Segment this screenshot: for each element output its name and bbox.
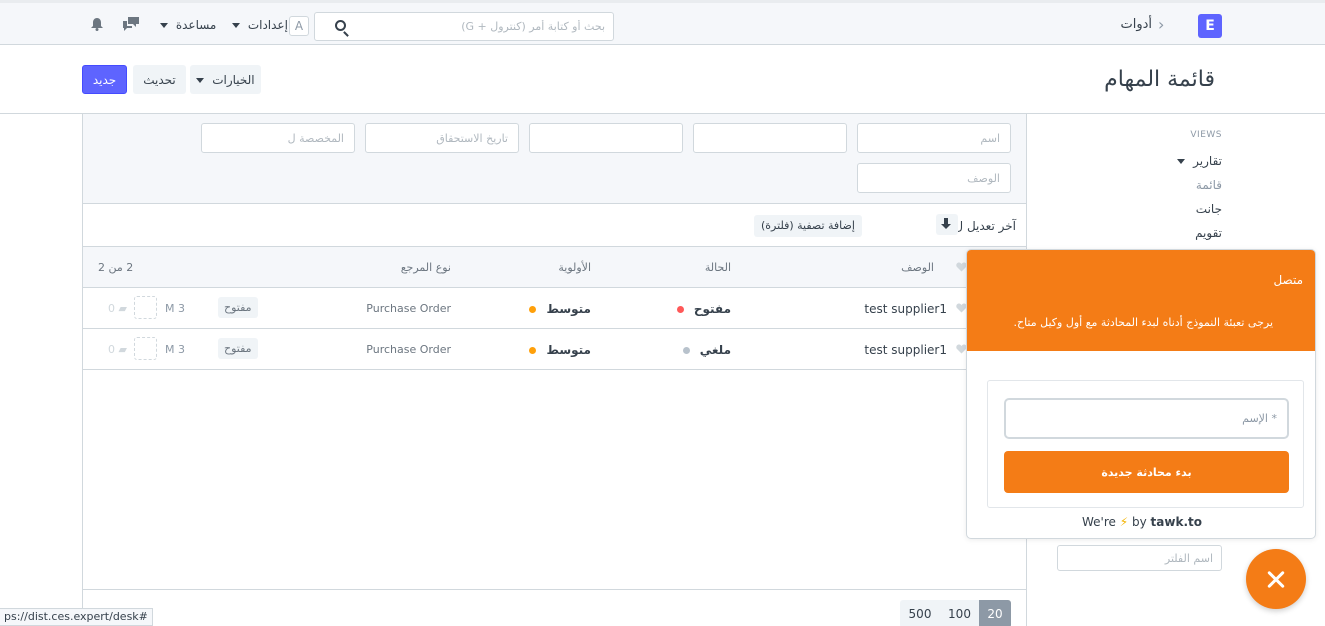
sort-order-button[interactable] (936, 214, 958, 235)
caret-down-icon (196, 77, 205, 83)
add-filter-button[interactable]: إضافة تصفية (فلترة) (754, 215, 862, 237)
page-title: قائمة المهام (1104, 67, 1215, 92)
comment-count: 0 ▰ (108, 343, 127, 356)
settings-label: إعدادات (247, 18, 288, 32)
assignee-avatar[interactable] (134, 337, 157, 360)
status-bar-url: ps://dist.ces.expert/desk# (0, 608, 153, 626)
status-label: مفتوح (693, 302, 731, 316)
search-icon (335, 20, 346, 31)
list-header: الوصف الحالة الأولوية نوع المرجع 2 من 2 (83, 247, 1026, 288)
priority-dot (529, 306, 537, 313)
brand-logo[interactable]: E (1198, 14, 1222, 38)
brand-by: by (1132, 515, 1147, 529)
new-button[interactable]: جديد (82, 65, 127, 94)
priority-dot (529, 347, 537, 354)
page-head: قائمة المهام جديد تحديث الخيارات (0, 45, 1325, 114)
row-status: ملغي (682, 343, 731, 357)
column-reference-type: نوع المرجع (400, 261, 451, 274)
caret-down-icon (232, 23, 240, 28)
chat-status: متصل (1273, 273, 1303, 287)
column-description: الوصف (901, 261, 934, 274)
bell-icon[interactable] (91, 18, 103, 31)
table-row[interactable]: test supplier1 ملغي متوسط Purchase Order… (83, 329, 1026, 370)
tawk-branding[interactable]: We're ⚡ by tawk.to (967, 515, 1315, 529)
filter-input-2[interactable] (693, 123, 847, 153)
table-row[interactable]: test supplier1 مفتوح متوسط Purchase Orde… (83, 288, 1026, 329)
standard-filters (83, 114, 1026, 204)
assignee-avatar[interactable] (134, 296, 157, 319)
options-label: الخيارات (212, 72, 255, 87)
chevron-right-icon: › (1158, 15, 1165, 34)
status-badge: مفتوح (218, 338, 258, 359)
row-subject[interactable]: test supplier1 (864, 343, 947, 357)
chat-message: يرجى تعبئة النموذج أدناه لبدء المحادثة م… (1013, 316, 1273, 329)
chat-name-input[interactable] (1004, 398, 1289, 439)
page-length-500[interactable]: 500 (900, 600, 940, 626)
brand-name: tawk.to (1150, 515, 1202, 529)
row-modified: 3 M (165, 302, 185, 315)
priority-label: متوسط (546, 302, 591, 316)
sidebar-item-calendar[interactable]: تقويم (1195, 226, 1222, 240)
filter-name-input[interactable] (1057, 545, 1222, 571)
caret-down-icon (160, 23, 168, 28)
brand-prefix: We're (1082, 515, 1116, 529)
row-priority: متوسط (529, 343, 591, 357)
breadcrumb[interactable]: أدوات (1108, 17, 1152, 32)
filter-input-3[interactable] (529, 123, 683, 153)
list-footer-divider (83, 589, 1026, 590)
name-filter-input[interactable] (857, 123, 1011, 153)
row-subject[interactable]: test supplier1 (864, 302, 947, 316)
status-label: ملغي (699, 343, 731, 357)
row-modified: 3 M (165, 343, 185, 356)
list-count: 2 من 2 (98, 261, 134, 274)
lightning-icon: ⚡ (1119, 515, 1129, 529)
comment-count-value: 0 (108, 302, 115, 315)
chat-widget-header: متصل يرجى تعبئة النموذج أدناه لبدء المحا… (967, 250, 1315, 351)
column-status: الحالة (704, 261, 731, 274)
due-date-filter-input[interactable] (365, 123, 519, 153)
chat-widget: متصل يرجى تعبئة النموذج أدناه لبدء المحا… (966, 249, 1316, 539)
assigned-to-filter-input[interactable] (201, 123, 355, 153)
search-bar[interactable] (314, 12, 614, 41)
sidebar-item-list[interactable]: قائمة (1196, 178, 1222, 192)
sidebar-item-label: تقارير (1193, 154, 1222, 168)
user-avatar[interactable]: A (289, 16, 309, 36)
start-chat-button[interactable]: بدء محادثة جديدة (1004, 451, 1289, 493)
comment-count-value: 0 (108, 343, 115, 356)
close-chat-icon[interactable] (1246, 549, 1306, 609)
help-label: مساعدة (175, 18, 217, 32)
caret-down-icon (1177, 159, 1186, 164)
row-priority: متوسط (529, 302, 591, 316)
comment-count: 0 ▰ (108, 302, 127, 315)
help-dropdown[interactable]: مساعدة (160, 18, 216, 32)
column-priority: الأولوية (558, 261, 591, 274)
settings-dropdown[interactable]: إعدادات (232, 18, 288, 32)
comment-icon: ▰ (118, 343, 127, 356)
comment-icon: ▰ (118, 302, 127, 315)
row-status: مفتوح (676, 302, 731, 316)
sort-selector[interactable]: آخر تعديل ل (954, 219, 1016, 233)
options-button[interactable]: الخيارات (190, 65, 261, 94)
status-badge: مفتوح (218, 297, 258, 318)
status-dot (682, 347, 690, 354)
chat-form: بدء محادثة جديدة (987, 380, 1304, 508)
chat-icon[interactable] (123, 17, 139, 31)
row-reference-type: Purchase Order (366, 343, 451, 356)
status-dot (676, 306, 684, 313)
page-length-20[interactable]: 20 (979, 600, 1011, 626)
description-filter-input[interactable] (857, 163, 1011, 193)
sort-bar: آخر تعديل ل إضافة تصفية (فلترة) (83, 204, 1026, 247)
row-reference-type: Purchase Order (366, 302, 451, 315)
views-heading: VIEWS (1190, 130, 1222, 140)
sidebar-item-reports[interactable]: تقارير (1177, 154, 1222, 168)
refresh-button[interactable]: تحديث (133, 65, 186, 94)
page-length-100[interactable]: 100 (940, 600, 979, 626)
list-main: آخر تعديل ل إضافة تصفية (فلترة) الوصف ال… (82, 114, 1027, 626)
search-input[interactable] (355, 17, 605, 36)
priority-label: متوسط (546, 343, 591, 357)
navbar: E › أدوات A إعدادات مساعدة (0, 0, 1325, 45)
sidebar-item-gantt[interactable]: جانت (1196, 202, 1222, 216)
